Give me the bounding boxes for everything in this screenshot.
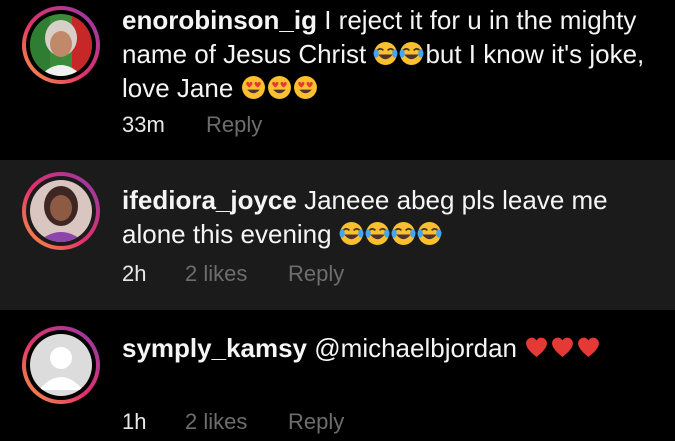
face-with-tears-of-joy-icon (399, 41, 424, 66)
smiling-face-with-heart-eyes-icon (241, 75, 266, 100)
comment-item: symply_kamsy @michaelbjordan 1h 2 likes … (0, 310, 675, 441)
face-with-tears-of-joy-icon (365, 221, 390, 246)
comment-username[interactable]: enorobinson_ig (122, 5, 317, 35)
reply-button[interactable]: Reply (206, 112, 262, 138)
avatar[interactable] (30, 334, 92, 396)
smiling-face-with-heart-eyes-icon (293, 75, 318, 100)
avatar[interactable] (30, 14, 92, 76)
comment-text: symply_kamsy @michaelbjordan (122, 331, 652, 365)
comment-timestamp: 2h (122, 261, 147, 286)
reply-button[interactable]: Reply (288, 261, 344, 287)
avatar-story-ring[interactable] (22, 326, 100, 404)
comment-item: enorobinson_ig I reject it for u in the … (0, 0, 675, 160)
red-heart-icon (550, 335, 575, 360)
face-with-tears-of-joy-icon (417, 221, 442, 246)
comment-timestamp: 33m (122, 112, 165, 137)
comment-username[interactable]: ifediora_joyce (122, 185, 297, 215)
smiling-face-with-heart-eyes-icon (267, 75, 292, 100)
face-with-tears-of-joy-icon (391, 221, 416, 246)
reply-button[interactable]: Reply (288, 409, 344, 435)
likes-count[interactable]: 2 likes (185, 409, 247, 435)
comment-text: ifediora_joyce Janeee abeg pls leave me … (122, 183, 652, 251)
comment-username[interactable]: symply_kamsy (122, 333, 307, 363)
face-with-tears-of-joy-icon (339, 221, 364, 246)
comment-text: enorobinson_ig I reject it for u in the … (122, 3, 652, 105)
avatar[interactable] (30, 180, 92, 242)
comment-timestamp: 1h (122, 409, 147, 434)
comment-mention[interactable]: @michaelbjordan (314, 333, 524, 363)
face-with-tears-of-joy-icon (373, 41, 398, 66)
red-heart-icon (576, 335, 601, 360)
avatar-story-ring[interactable] (22, 172, 100, 250)
likes-count[interactable]: 2 likes (185, 261, 247, 287)
avatar-story-ring[interactable] (22, 6, 100, 84)
comment-item: ifediora_joyce Janeee abeg pls leave me … (0, 160, 675, 310)
red-heart-icon (524, 335, 549, 360)
